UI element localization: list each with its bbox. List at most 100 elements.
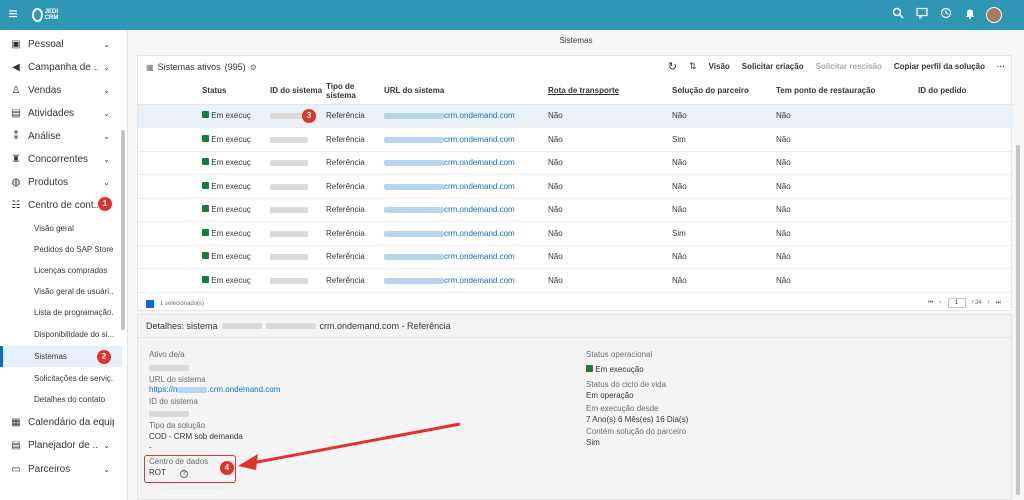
sidebar-item-label: Campanha de ...: [28, 62, 98, 73]
system-url-link[interactable]: crm.ondemand.com: [444, 135, 515, 144]
detail-url-prefix[interactable]: https://n: [149, 385, 177, 394]
main-scrollbar[interactable]: [1016, 55, 1021, 500]
status-text: Em execuç: [211, 181, 251, 191]
calendar-icon: ▦: [11, 417, 21, 428]
sidebar-subitem[interactable]: Detalhes do contato: [0, 389, 122, 410]
sidebar-subitem[interactable]: Visão geral de usuári...: [0, 281, 122, 302]
next-page-icon[interactable]: ›: [988, 300, 990, 306]
solicitar-criacao-button[interactable]: Solicitar criação: [742, 62, 804, 71]
url-redacted: [384, 207, 444, 214]
system-url-link[interactable]: crm.ondemand.com: [444, 182, 515, 191]
column-header-url[interactable]: URL do sistema: [384, 86, 444, 95]
sidebar-subitem[interactable]: Licenças compradas: [0, 260, 122, 281]
column-header-id[interactable]: ID do sistema: [270, 86, 322, 95]
user-avatar[interactable]: [986, 7, 1002, 23]
sidebar-subitem[interactable]: Lista de programação...: [0, 302, 122, 323]
sidebar-subitem[interactable]: Pedidos do SAP Store: [0, 239, 122, 260]
field-value-redacted: [149, 409, 189, 418]
field-value-url[interactable]: https://n .crm.ondemand.com: [149, 385, 280, 394]
sales-icon: ♙: [11, 85, 21, 96]
system-url-link[interactable]: crm.ondemand.com: [444, 205, 515, 214]
sidebar-item-parceiros[interactable]: ▭ Parceiros ⌄: [0, 458, 122, 481]
table-row[interactable]: Em execuç Referência crm.ondemand.com Nã…: [138, 198, 1013, 222]
url-redacted: [384, 277, 444, 284]
detail-url-suffix[interactable]: .crm.ondemand.com: [207, 385, 280, 394]
field-value: Em execução: [586, 365, 644, 374]
app-logo[interactable]: JEDI CRM: [32, 5, 64, 25]
table-count: (995): [224, 62, 246, 72]
status-ok-icon: [202, 252, 209, 260]
system-url-link[interactable]: crm.ondemand.com: [444, 276, 515, 285]
chevron-down-icon: ⌄: [103, 178, 110, 187]
sidebar-item-campanha[interactable]: ◀ Campanha de ... ⌄: [0, 56, 122, 79]
field-value-redacted: [149, 363, 189, 372]
logo-circle: [32, 8, 43, 22]
sidebar-item-atividades[interactable]: ▤ Atividades ⌄: [0, 102, 122, 125]
hamburger-menu-icon[interactable]: ≡: [0, 6, 26, 24]
column-header-restauracao[interactable]: Tem ponto de restauração: [776, 86, 875, 95]
system-type: Referência: [322, 268, 380, 293]
column-header-solucao[interactable]: Solução do parceiro: [672, 86, 749, 95]
url-redacted: [384, 113, 444, 120]
solicitar-rescisao-button[interactable]: Solicitar rescisão: [816, 62, 882, 71]
sidebar-item-pessoal[interactable]: ▣ Pessoal ⌄: [0, 33, 122, 56]
more-options-icon[interactable]: ···: [997, 62, 1005, 71]
bell-icon[interactable]: [962, 7, 978, 23]
first-page-icon[interactable]: ⏮: [928, 300, 933, 307]
system-url-link[interactable]: crm.ondemand.com: [444, 111, 515, 120]
sidebar-subitem[interactable]: Disponibilidade do si...: [0, 324, 122, 345]
column-header-rota[interactable]: Rota de transporte: [548, 86, 619, 95]
url-redacted: [384, 183, 444, 190]
status-text: Em execuç: [211, 252, 251, 262]
page-input[interactable]: 1: [947, 298, 966, 308]
field-value: Sim: [586, 438, 600, 447]
scroll-thumb[interactable]: [1016, 145, 1020, 495]
sort-icon[interactable]: ⇅: [689, 61, 697, 72]
select-all-checkbox[interactable]: [146, 300, 154, 308]
chevron-down-icon: ⌄: [103, 441, 110, 450]
table-row[interactable]: Em execuç Referência crm.ondemand.com Nã…: [138, 268, 1013, 293]
system-url-link[interactable]: crm.ondemand.com: [444, 229, 515, 238]
field-value: -: [149, 443, 152, 452]
refresh-icon[interactable]: ↻: [668, 60, 677, 73]
table-row[interactable]: Em execuç Referência crm.ondemand.com Nã…: [138, 127, 1013, 152]
table-row[interactable]: Em execuç Referência crm.ondemand.com Nã…: [138, 174, 1013, 199]
sidebar-subitem[interactable]: Visão geral: [0, 218, 122, 239]
copiar-perfil-button[interactable]: Copiar perfil da solução: [894, 62, 985, 71]
search-icon[interactable]: [890, 7, 906, 23]
sidebar-scrollbar[interactable]: [121, 130, 125, 330]
table-row[interactable]: Em execuç Referência crm.ondemand.com Nã…: [138, 245, 1013, 269]
sidebar-item-analise[interactable]: ⁑ Análise ⌄: [0, 125, 122, 148]
chat-icon[interactable]: [914, 7, 930, 23]
sidebar-subitem-label: Visão geral de usuári...: [34, 287, 114, 296]
visao-button[interactable]: Visão: [709, 62, 730, 71]
sidebar-item-vendas[interactable]: ♙ Vendas ⌄: [0, 79, 122, 102]
column-header-status[interactable]: Status: [202, 86, 226, 95]
status-ok-icon: [202, 275, 209, 283]
table-row[interactable]: Em execuç Referência crm.ondemand.com Nã…: [138, 151, 1013, 175]
page-title: Sistemas: [559, 36, 593, 45]
system-url-link[interactable]: crm.ondemand.com: [444, 252, 515, 261]
partners-icon: ▭: [11, 464, 21, 475]
field-label: Status do ciclo de vida: [586, 380, 667, 389]
column-header-tipo[interactable]: Tipo de sistema: [326, 82, 356, 100]
pagination: ⏮ ‹ 1 / 34 › ⏭: [928, 298, 1001, 308]
settings-icon[interactable]: ⚙: [250, 63, 257, 72]
last-page-icon[interactable]: ⏭: [996, 300, 1001, 307]
sidebar-subitem-label: Solicitações de serviç...: [34, 374, 114, 383]
table-row[interactable]: Em execuç Referência crm.ondemand.com Nã…: [138, 221, 1013, 246]
sidebar-subitem[interactable]: Solicitações de serviç...: [0, 368, 122, 389]
sidebar-item-planejador[interactable]: ▤ Planejador de ... ⌄: [0, 434, 122, 457]
sidebar-item-produtos[interactable]: ◍ Produtos ⌄: [0, 171, 122, 194]
history-icon[interactable]: [938, 7, 954, 23]
prev-page-icon[interactable]: ‹: [940, 300, 942, 306]
pessoal-icon: ▣: [11, 39, 21, 50]
system-url-link[interactable]: crm.ondemand.com: [444, 158, 515, 167]
table-row[interactable]: Em execuç Referência crm.ondemand.com Nã…: [138, 104, 1013, 128]
system-type: Referência: [322, 174, 380, 199]
sidebar-item-calendario[interactable]: ▦ Calendário da equipe: [0, 411, 122, 434]
column-header-pedido[interactable]: ID do pedido: [918, 86, 966, 95]
planner-icon: ▤: [11, 440, 21, 451]
status-text: Em execuç: [211, 275, 251, 285]
sidebar-item-concorrentes[interactable]: ♜ Concorrentes ⌄: [0, 148, 122, 171]
